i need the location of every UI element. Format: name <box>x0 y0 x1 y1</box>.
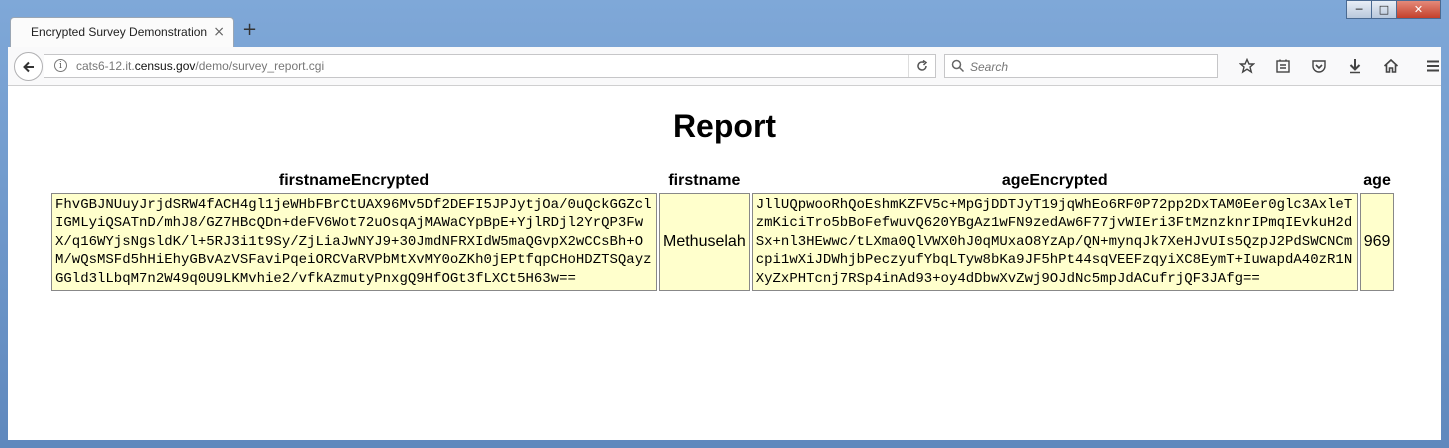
browser-tab[interactable]: Encrypted Survey Demonstration × <box>10 17 234 47</box>
site-info-icon[interactable]: i <box>54 59 67 72</box>
home-icon[interactable] <box>1373 54 1409 78</box>
download-icon[interactable] <box>1337 54 1373 78</box>
menu-icon[interactable] <box>1415 54 1449 78</box>
url-bar[interactable]: i cats6-12.it.census.gov/demo/survey_rep… <box>44 54 936 78</box>
new-tab-button[interactable]: + <box>242 21 257 39</box>
age-cell: 969 <box>1359 193 1395 292</box>
toolbar-icons <box>1229 54 1449 78</box>
firstname-encrypted-cell: FhvGBJNUuyJrjdSRW4fACH4gl1jeWHbFBrCtUAX9… <box>51 193 657 292</box>
maximize-button[interactable]: □ <box>1371 0 1397 19</box>
browser-window: Encrypted Survey Demonstration × + ─ □ ✕… <box>0 0 1449 448</box>
search-icon <box>951 59 965 73</box>
firstname-cell: Methuselah <box>659 193 750 292</box>
navigation-toolbar: i cats6-12.it.census.gov/demo/survey_rep… <box>8 47 1441 86</box>
reload-button[interactable] <box>908 55 935 77</box>
column-header: ageEncrypted <box>1001 172 1108 189</box>
page-title: Report <box>672 108 777 144</box>
table-row: FhvGBJNUuyJrjdSRW4fACH4gl1jeWHbFBrCtUAX9… <box>51 193 1395 292</box>
column-header: age <box>1363 172 1391 189</box>
title-bar: Encrypted Survey Demonstration × + ─ □ ✕ <box>0 0 1449 47</box>
tab-title: Encrypted Survey Demonstration <box>31 25 208 39</box>
page-content: Report firstnameEncrypted firstname ageE… <box>8 86 1441 440</box>
table-header-row: firstnameEncrypted firstname ageEncrypte… <box>51 171 1394 191</box>
column-header: firstnameEncrypted <box>278 172 430 189</box>
url-text[interactable]: cats6-12.it.census.gov/demo/survey_repor… <box>76 59 324 73</box>
close-tab-icon[interactable]: × <box>213 24 225 40</box>
minimize-button[interactable]: ─ <box>1346 0 1372 19</box>
close-window-button[interactable]: ✕ <box>1396 0 1441 19</box>
pocket-icon[interactable] <box>1301 54 1337 78</box>
bookmark-star-icon[interactable] <box>1229 54 1265 78</box>
age-encrypted-cell: JllUQpwooRhQoEshmKZFV5c+MpGjDDTJyT19jqWh… <box>751 193 1358 292</box>
back-button[interactable] <box>14 52 43 81</box>
search-input[interactable]: Search <box>970 60 1008 74</box>
reload-icon <box>917 60 928 71</box>
column-header: firstname <box>668 172 741 189</box>
reading-list-icon[interactable] <box>1265 54 1301 78</box>
report-table: firstnameEncrypted firstname ageEncrypte… <box>49 169 1396 293</box>
search-bar[interactable]: Search <box>944 54 1218 78</box>
window-controls: ─ □ ✕ <box>1346 0 1441 20</box>
back-arrow-icon <box>22 61 34 72</box>
